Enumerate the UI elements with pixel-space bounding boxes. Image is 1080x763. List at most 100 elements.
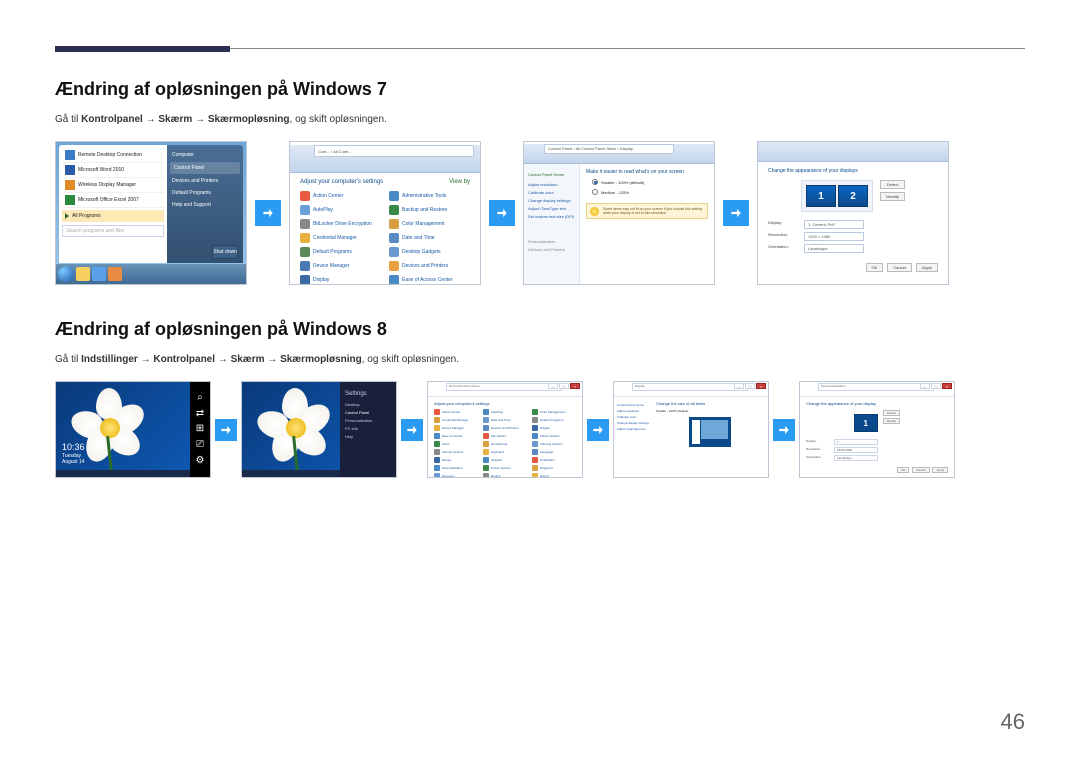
path-skaermoplosning: Skærmopløsning — [208, 114, 290, 125]
path-skaerm: Skærm — [231, 354, 265, 365]
instr-prefix: Gå til — [55, 114, 81, 125]
search-input: Search programs and files — [62, 225, 164, 237]
settings-icon: ⚙ — [194, 455, 206, 467]
preview-icon — [689, 417, 731, 447]
arrow-glyph: → — [195, 114, 205, 125]
charms-bar: ⌕ ⇄ ⊞ ⎚ ⚙ — [190, 382, 210, 477]
cancel-button: Cancel — [887, 263, 911, 272]
window-controls: –□× — [548, 383, 580, 389]
apply-button: Apply — [916, 263, 938, 272]
cp-header: Adjust your computer's settings — [434, 401, 576, 406]
screenshot-win8-desktop-charms: 10:36Tuesday August 14 ⌕ ⇄ ⊞ ⎚ ⚙ — [55, 381, 211, 478]
address-bar: Display — [632, 383, 748, 391]
section2-title: Ændring af opløsningen på Windows 8 — [55, 319, 1025, 340]
detect-button: Detect — [880, 180, 905, 189]
step-arrow-icon — [489, 200, 515, 226]
screenshot-win7-display: Control Panel › All Control Panel Items … — [523, 141, 715, 285]
apply-button: Apply — [932, 467, 948, 473]
settings-control-panel: Control Panel — [345, 410, 391, 415]
ok-button: OK — [866, 263, 884, 272]
address-bar: Cont... › All Contr... — [314, 145, 474, 157]
display-title: Make it easier to read what's on your sc… — [586, 169, 708, 175]
step-arrow-icon — [773, 419, 795, 441]
clock-overlay: 10:36Tuesday August 14 — [62, 442, 85, 465]
screenshot-win7-resolution: Change the appearance of your displays 1… — [757, 141, 949, 285]
ok-button: OK — [897, 467, 909, 473]
section1-title: Ændring af opløsningen på Windows 7 — [55, 79, 1025, 100]
res-title: Change the appearance of your display — [806, 401, 948, 406]
start-item: Wireless Display Manager — [78, 182, 136, 188]
cp-header: Adjust your computer's settings — [300, 179, 383, 185]
win7-steps-row: Remote Desktop Connection Microsoft Word… — [55, 141, 1025, 285]
res-title: Change the appearance of your displays — [768, 168, 938, 174]
step-arrow-icon — [587, 419, 609, 441]
window-controls: –□× — [734, 383, 766, 389]
path-kontrolpanel: Kontrolpanel — [153, 354, 215, 365]
path-skaermoplosning: Skærmopløsning — [280, 354, 362, 365]
instr-suffix: , og skift opløsningen. — [362, 354, 459, 365]
address-bar: Control Panel › All Control Panel Items … — [544, 144, 674, 154]
start-item: Microsoft Word 2010 — [78, 167, 124, 173]
instr-suffix: , og skift opløsningen. — [290, 114, 387, 125]
section1-instruction: Gå til Kontrolpanel → Skærm → Skærmopløs… — [55, 114, 1025, 125]
step-arrow-icon — [215, 419, 237, 441]
screenshot-win7-start-menu: Remote Desktop Connection Microsoft Word… — [55, 141, 247, 285]
start-right-control-panel: Control Panel — [170, 162, 240, 174]
display-title: Change the size of all items — [656, 401, 764, 406]
screenshot-win8-control-panel: All Control Panel Items –□× Adjust your … — [427, 381, 583, 478]
taskbar-icon — [108, 267, 122, 281]
window-controls: –□× — [920, 383, 952, 389]
win8-steps-row: 10:36Tuesday August 14 ⌕ ⇄ ⊞ ⎚ ⚙ — [55, 381, 1025, 478]
header-rule — [55, 48, 1025, 49]
cp-grid: Action CenterAutoPlayColor ManagementCre… — [434, 409, 576, 478]
page-number: 46 — [1001, 709, 1025, 735]
start-right-item: Default Programs — [172, 187, 238, 199]
shutdown-button: Shut down — [212, 245, 238, 259]
identify-button: Identify — [880, 192, 905, 201]
monitor-2-icon: 2 — [838, 185, 868, 207]
share-icon: ⇄ — [194, 408, 206, 420]
search-icon: ⌕ — [194, 392, 206, 404]
section2-instruction: Gå til Indstillinger → Kontrolpanel → Sk… — [55, 354, 1025, 365]
devices-icon: ⎚ — [194, 439, 206, 451]
cancel-button: Cancel — [912, 467, 929, 473]
arrow-glyph: → — [146, 114, 156, 125]
path-skaerm: Skærm — [158, 114, 192, 125]
arrow-glyph: → — [267, 354, 277, 365]
screenshot-win8-settings-pane: Settings Desktop Control Panel Personali… — [241, 381, 397, 478]
path-kontrolpanel: Kontrolpanel — [81, 114, 143, 125]
identify-button: Identify — [883, 418, 901, 424]
address-bar: Screen Resolution — [818, 383, 934, 391]
start-orb — [58, 266, 74, 282]
viewby-label: View by — [449, 179, 470, 185]
instr-prefix: Gå til — [55, 354, 81, 365]
start-item: Microsoft Office Excel 2007 — [78, 197, 139, 203]
step-arrow-icon — [255, 200, 281, 226]
screenshot-win8-display: Display –□× Control Panel HomeAdjust res… — [613, 381, 769, 478]
screenshot-win7-control-panel: Cont... › All Contr... Adjust your compu… — [289, 141, 481, 285]
side-home: Control Panel Home — [528, 172, 575, 177]
size-option: Smaller - 100% (default) — [656, 409, 764, 413]
arrow-glyph: → — [141, 354, 151, 365]
start-right-item: Help and Support — [172, 199, 238, 211]
monitor-1-icon: 1 — [806, 185, 836, 207]
header-accent — [55, 46, 230, 52]
all-programs: All Programs — [62, 210, 164, 222]
address-bar: All Control Panel Items — [446, 383, 562, 391]
settings-pane: Settings Desktop Control Panel Personali… — [340, 382, 396, 477]
start-right-item: Devices and Printers — [172, 175, 238, 187]
start-item: Remote Desktop Connection — [78, 152, 142, 158]
screenshot-win8-resolution: Screen Resolution –□× Change the appeara… — [799, 381, 955, 478]
start-right-item: Computer — [172, 149, 238, 161]
taskbar-icon — [92, 267, 106, 281]
step-arrow-icon — [401, 419, 423, 441]
monitor-1-icon: 1 — [854, 414, 878, 432]
start-icon: ⊞ — [194, 423, 206, 435]
detect-button: Detect — [883, 410, 901, 416]
radio-medium: Medium - 125% — [601, 190, 629, 195]
step-arrow-icon — [723, 200, 749, 226]
path-indstillinger: Indstillinger — [81, 354, 138, 365]
warning-message: Some items may not fit on your screen if… — [586, 203, 708, 219]
taskbar-icon — [76, 267, 90, 281]
arrow-glyph: → — [218, 354, 228, 365]
